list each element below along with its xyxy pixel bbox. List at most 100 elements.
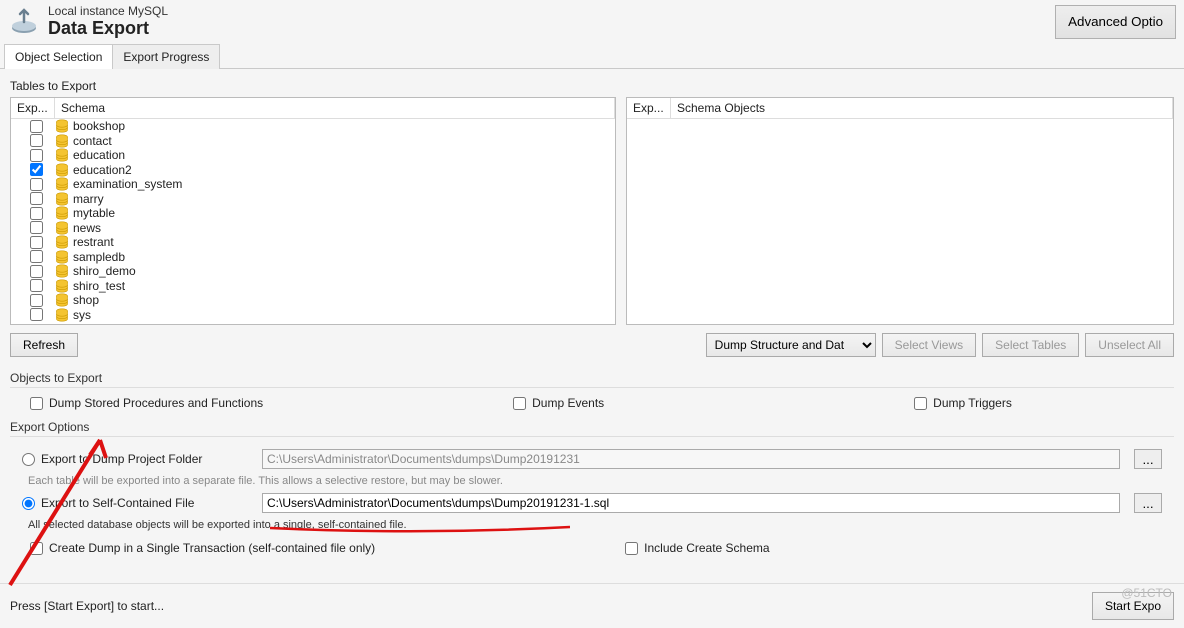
schema-checkbox[interactable] <box>30 308 43 321</box>
folder-path-input <box>262 449 1120 469</box>
database-icon <box>55 119 69 133</box>
database-icon <box>55 206 69 220</box>
footer-hint: Press [Start Export] to start... <box>10 599 164 613</box>
schema-row[interactable]: education <box>11 148 615 163</box>
schema-checkbox[interactable] <box>30 163 43 176</box>
dump-events-checkbox[interactable] <box>513 397 526 410</box>
schema-row[interactable]: shop <box>11 293 615 308</box>
dump-triggers-checkbox[interactable] <box>914 397 927 410</box>
schema-name: sampledb <box>73 250 125 264</box>
schema-scroll[interactable]: bookshopcontacteducationeducation2examin… <box>11 119 615 324</box>
db-export-icon <box>8 6 40 38</box>
col-export[interactable]: Exp... <box>11 98 55 118</box>
schema-name: shiro_demo <box>73 264 136 278</box>
select-tables-button[interactable]: Select Tables <box>982 333 1079 357</box>
start-export-button[interactable]: Start Expo <box>1092 592 1174 620</box>
database-icon <box>55 250 69 264</box>
tables-to-export-label: Tables to Export <box>10 79 1184 93</box>
refresh-button[interactable]: Refresh <box>10 333 78 357</box>
file-hint: All selected database objects will be ex… <box>28 519 1162 531</box>
page-title: Data Export <box>48 18 168 39</box>
dump-type-select[interactable]: Dump Structure and Dat <box>706 333 876 357</box>
browse-file-button[interactable]: ... <box>1134 493 1162 513</box>
schema-row[interactable]: shiro_test <box>11 279 615 294</box>
select-views-button[interactable]: Select Views <box>882 333 976 357</box>
objects-scroll[interactable] <box>627 119 1173 324</box>
schema-checkbox[interactable] <box>30 134 43 147</box>
advanced-options-button[interactable]: Advanced Optio <box>1055 5 1176 39</box>
schema-checkbox[interactable] <box>30 250 43 263</box>
radio-folder-label[interactable]: Export to Dump Project Folder <box>22 452 252 466</box>
single-tx-checkbox[interactable] <box>30 542 43 555</box>
radio-file[interactable] <box>22 497 35 510</box>
schema-row[interactable]: bookshop <box>11 119 615 134</box>
schema-row[interactable]: shiro_demo <box>11 264 615 279</box>
schema-checkbox[interactable] <box>30 178 43 191</box>
schema-row[interactable]: marry <box>11 192 615 207</box>
database-icon <box>55 163 69 177</box>
schema-checkbox[interactable] <box>30 279 43 292</box>
schema-checkbox[interactable] <box>30 207 43 220</box>
schema-name: marry <box>73 192 104 206</box>
dump-triggers-label[interactable]: Dump Triggers <box>914 396 1012 410</box>
database-icon <box>55 177 69 191</box>
database-icon <box>55 308 69 322</box>
radio-file-label[interactable]: Export to Self-Contained File <box>22 496 252 510</box>
schema-row[interactable]: sampledb <box>11 250 615 265</box>
schema-checkbox[interactable] <box>30 192 43 205</box>
folder-hint: Each table will be exported into a separ… <box>28 475 1162 487</box>
database-icon <box>55 235 69 249</box>
tab-export-progress[interactable]: Export Progress <box>112 44 220 69</box>
browse-folder-button[interactable]: ... <box>1134 449 1162 469</box>
schema-checkbox[interactable] <box>30 120 43 133</box>
database-icon <box>55 293 69 307</box>
col-export-r[interactable]: Exp... <box>627 98 671 118</box>
database-icon <box>55 279 69 293</box>
schema-name: examination_system <box>73 177 182 191</box>
schema-checkbox[interactable] <box>30 236 43 249</box>
single-tx-label[interactable]: Create Dump in a Single Transaction (sel… <box>30 541 375 555</box>
database-icon <box>55 264 69 278</box>
dump-events-label[interactable]: Dump Events <box>513 396 604 410</box>
export-options-label: Export Options <box>10 420 1174 437</box>
schema-checkbox[interactable] <box>30 149 43 162</box>
dump-sp-checkbox[interactable] <box>30 397 43 410</box>
schema-row[interactable]: restrant <box>11 235 615 250</box>
schema-row[interactable]: contact <box>11 134 615 149</box>
objects-to-export-label: Objects to Export <box>10 371 1174 388</box>
radio-folder[interactable] <box>22 453 35 466</box>
schema-row[interactable]: examination_system <box>11 177 615 192</box>
database-icon <box>55 192 69 206</box>
schema-row[interactable]: education2 <box>11 163 615 178</box>
database-icon <box>55 134 69 148</box>
schema-name: shiro_test <box>73 279 125 293</box>
schema-name: restrant <box>73 235 114 249</box>
include-create-label[interactable]: Include Create Schema <box>625 541 769 555</box>
schema-name: shop <box>73 293 99 307</box>
schema-name: sys <box>73 308 91 322</box>
dump-sp-label[interactable]: Dump Stored Procedures and Functions <box>30 396 263 410</box>
tab-object-selection[interactable]: Object Selection <box>4 44 113 69</box>
schema-objects-pane: Exp... Schema Objects <box>626 97 1174 325</box>
schema-name: bookshop <box>73 119 125 133</box>
schema-list-pane: Exp... Schema bookshopcontacteducationed… <box>10 97 616 325</box>
schema-row[interactable]: mytable <box>11 206 615 221</box>
instance-subtitle: Local instance MySQL <box>48 4 168 18</box>
database-icon <box>55 221 69 235</box>
col-schema-objects[interactable]: Schema Objects <box>671 98 1173 118</box>
schema-name: contact <box>73 134 112 148</box>
schema-name: education <box>73 148 125 162</box>
unselect-all-button[interactable]: Unselect All <box>1085 333 1174 357</box>
schema-row[interactable]: sys <box>11 308 615 323</box>
file-path-input[interactable] <box>262 493 1120 513</box>
schema-row[interactable]: news <box>11 221 615 236</box>
schema-name: education2 <box>73 163 132 177</box>
schema-name: news <box>73 221 101 235</box>
schema-checkbox[interactable] <box>30 221 43 234</box>
schema-checkbox[interactable] <box>30 294 43 307</box>
schema-checkbox[interactable] <box>30 265 43 278</box>
col-schema[interactable]: Schema <box>55 98 615 118</box>
database-icon <box>55 148 69 162</box>
schema-name: mytable <box>73 206 115 220</box>
include-create-checkbox[interactable] <box>625 542 638 555</box>
